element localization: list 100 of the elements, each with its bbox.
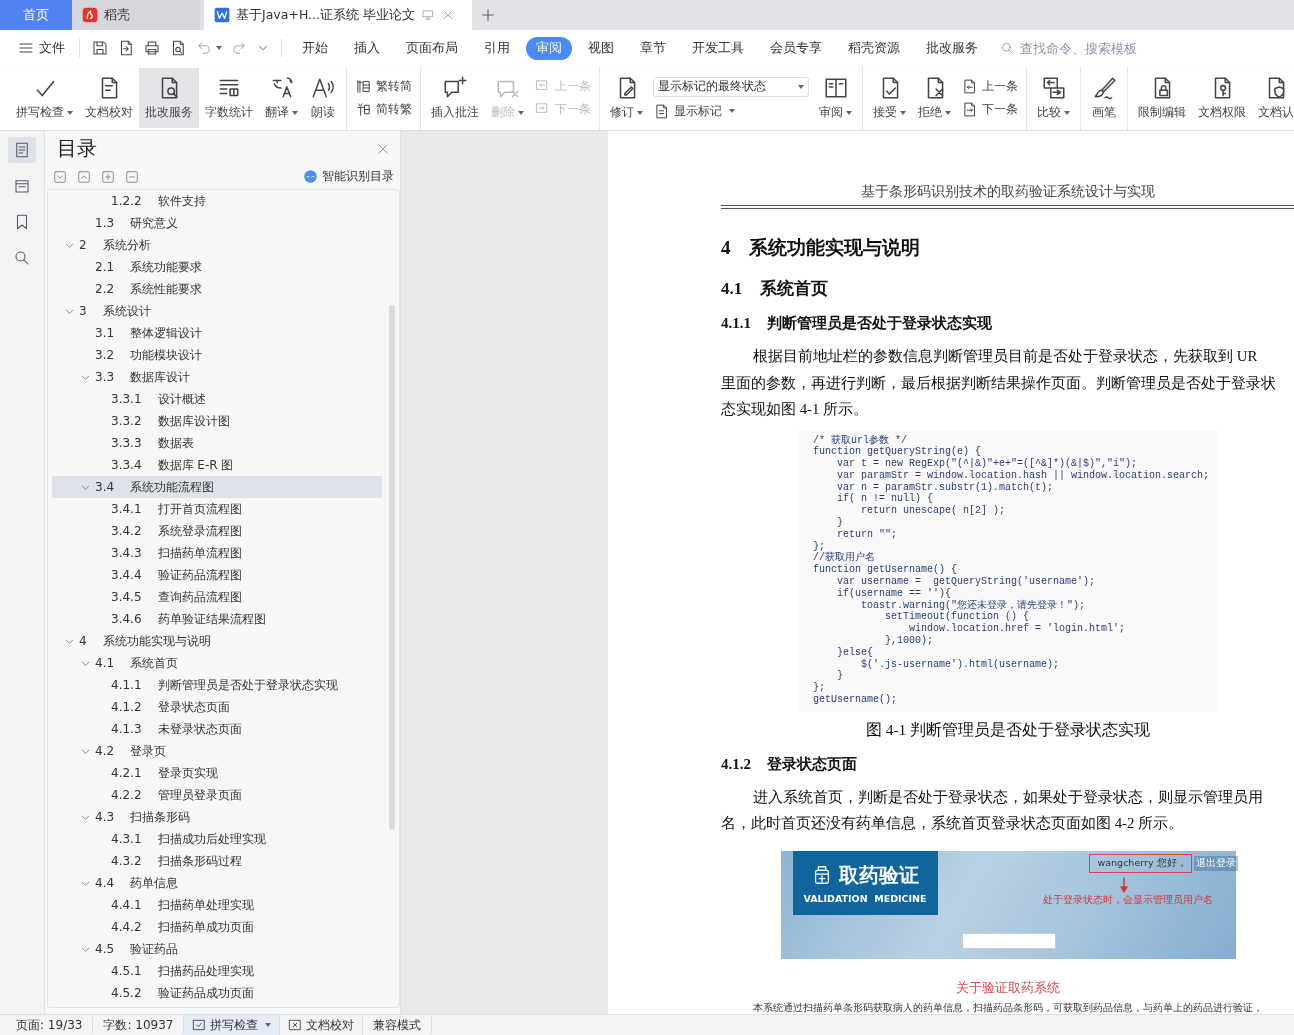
status-button[interactable]: 拼写检查 [184, 1015, 281, 1035]
plus-icon [480, 7, 496, 23]
toc-item[interactable]: 3.3.1 设计概述 [52, 388, 382, 410]
ribbon-button[interactable]: 文档权限 [1192, 68, 1252, 128]
toc-item[interactable]: 2.2 系统性能要求 [52, 278, 382, 300]
toc-item[interactable]: 3.3.4 数据库 E-R 图 [52, 454, 382, 476]
ribbon-button[interactable]: 画笔 [1085, 68, 1123, 128]
save-icon [91, 39, 109, 57]
smart-toc-button[interactable]: 智能识别目录 [303, 168, 394, 185]
code-line: function getQueryString(e) { [812, 446, 982, 458]
toc-item[interactable]: 3.4 系统功能流程图 [52, 476, 382, 498]
toc-item[interactable]: 4.1.3 未登录状态页面 [52, 718, 382, 740]
toc-item[interactable]: 4.3 扫描条形码 [52, 806, 382, 828]
toc-item[interactable]: 4.5 验证药品 [52, 938, 382, 960]
ribbon-tab[interactable]: 页面布局 [396, 36, 468, 60]
code-line: //获取用户名 [812, 552, 876, 564]
ribbon-button[interactable]: 接受 [867, 68, 912, 128]
ribbon-button[interactable]: 批改服务 [139, 68, 199, 128]
ribbon-tab[interactable]: 章节 [630, 36, 676, 60]
toc-item[interactable]: 4.4.2 扫描药单成功页面 [52, 916, 382, 938]
toc-item[interactable]: 4.2 登录页 [52, 740, 382, 762]
scrollbar-thumb[interactable] [389, 305, 395, 830]
search-field[interactable]: 查找命令、搜索模板 [1000, 39, 1142, 57]
toc-item[interactable]: 4.4 药单信息 [52, 872, 382, 894]
status-button[interactable]: 文档校对 [280, 1015, 364, 1035]
toc-item[interactable]: 3.1 整体逻辑设计 [52, 322, 382, 344]
ribbon-button[interactable]: 显示标记 [653, 102, 809, 120]
document-tab[interactable]: 基于Java+H...证系统 毕业论文 [204, 0, 472, 30]
ribbon-button[interactable]: 比较 [1031, 68, 1076, 128]
app-tab[interactable]: 稻壳 [72, 0, 200, 30]
ribbon-button[interactable]: 下一条 [961, 101, 1018, 118]
ribbon-tab[interactable]: 视图 [578, 36, 624, 60]
toc-item[interactable]: 4.5.2 验证药品成功页面 [52, 982, 382, 1004]
ribbon-button[interactable]: 限制编辑 [1132, 68, 1192, 128]
ribbon-button[interactable]: 拼写检查 [10, 68, 79, 128]
toc-item[interactable]: 3.3.2 数据库设计图 [52, 410, 382, 432]
home-tab[interactable]: 首页 [0, 0, 72, 30]
toc-item[interactable]: 4.4.1 扫描药单处理实现 [52, 894, 382, 916]
toc-item[interactable]: 3.3.3 数据表 [52, 432, 382, 454]
ribbon-button[interactable]: 修订 [604, 68, 649, 128]
toc-item[interactable]: 2 系统分析 [52, 234, 382, 256]
toc-item[interactable]: 3.4.5 查询药品流程图 [52, 586, 382, 608]
toc-item[interactable]: 4.3.1 扫描成功后处理实现 [52, 828, 382, 850]
ribbon-button[interactable]: 拒绝 [912, 68, 957, 128]
ribbon-tab[interactable]: 批改服务 [916, 36, 988, 60]
toc-item[interactable]: 3.4.4 验证药品流程图 [52, 564, 382, 586]
toc-item[interactable]: 4 系统功能实现与说明 [52, 630, 382, 652]
toc-item[interactable]: 1.3 研究意义 [52, 212, 382, 234]
code-line: var t = new RegExp("(^|&)"+e+"=([^&]*)(&|$)","i"); [835, 458, 1138, 470]
ribbon-tab[interactable]: 会员专享 [760, 36, 832, 60]
ribbon-button[interactable]: 字数统计 [199, 68, 259, 128]
dropdown-field[interactable]: 显示标记的最终状态 [653, 76, 809, 97]
ribbon-tab[interactable]: 引用 [474, 36, 520, 60]
monitor-icon [420, 8, 435, 22]
undo-icon [195, 39, 213, 57]
ribbon-button[interactable]: 文档认 [1252, 68, 1294, 128]
expand-button[interactable] [53, 169, 67, 184]
caret-icon [729, 109, 735, 113]
toc-item[interactable]: 4.2.2 管理员登录页面 [52, 784, 382, 806]
print-icon [143, 39, 161, 57]
toc-item[interactable]: 3.2 功能模块设计 [52, 344, 382, 366]
close-button[interactable] [376, 141, 390, 156]
toc-item[interactable]: 3 系统设计 [52, 300, 382, 322]
toc-item[interactable]: 4.5.1 扫描药品处理实现 [52, 960, 382, 982]
toc-item[interactable]: 4.1.2 登录状态页面 [52, 696, 382, 718]
collapse-button[interactable] [77, 169, 91, 184]
sidebar-button[interactable] [8, 137, 36, 163]
toc-item[interactable]: 3.3 数据库设计 [52, 366, 382, 388]
toc-item[interactable]: 4.2.1 登录页实现 [52, 762, 382, 784]
ribbon-button[interactable]: 审阅 [813, 68, 858, 128]
add-level-button[interactable] [101, 169, 115, 184]
file-menu[interactable]: 文件 [12, 39, 71, 57]
toc-item[interactable]: 3.4.2 系统登录流程图 [52, 520, 382, 542]
toc-item[interactable]: 3.4.6 药单验证结果流程图 [52, 608, 382, 630]
ribbon-button[interactable]: 文档校对 [79, 68, 139, 128]
logo-title: 取药验证 [839, 861, 919, 889]
flame-logo-icon [82, 7, 98, 23]
toc-item[interactable]: 2.1 系统功能要求 [52, 256, 382, 278]
toc-item[interactable]: 4.3.2 扫描条形码过程 [52, 850, 382, 872]
toc-item[interactable]: 4.1 系统首页 [52, 652, 382, 674]
ribbon-button[interactable]: 上一条 [961, 78, 1018, 95]
ribbon-button[interactable]: 翻译 [259, 68, 304, 128]
paragraph-line: 里面的参数，再进行判断，最后根据判断结果操作页面。判断管理员是否处于登录状 [721, 373, 1277, 393]
ribbon-button[interactable]: 朗读 [304, 68, 342, 128]
toc-item[interactable]: 3.4.3 扫描药单流程图 [52, 542, 382, 564]
remove-level-button[interactable] [125, 169, 139, 184]
toc-item[interactable]: 3.4.1 打开首页流程图 [52, 498, 382, 520]
ribbon-button[interactable]: 繁转简 [355, 78, 412, 95]
ribbon-tab[interactable]: 插入 [344, 36, 390, 60]
ribbon-tab[interactable]: 开始 [292, 36, 338, 60]
ribbon-button[interactable]: 简转繁 [355, 101, 412, 118]
toc-item[interactable]: 1.2.2 软件支持 [52, 190, 382, 212]
code-line: /* 获取url参数 */ [812, 434, 908, 446]
toc-item[interactable]: 4.1.1 判断管理员是否处于登录状态实现 [52, 674, 382, 696]
code-line: } [835, 670, 844, 683]
close-icon [376, 141, 390, 156]
paragraph-line: 态实现如图 4-1 所示。 [721, 400, 870, 419]
ribbon-tab[interactable]: 稻壳资源 [838, 36, 910, 60]
ribbon-button[interactable]: 插入批注 [425, 68, 485, 128]
ribbon-tab[interactable]: 开发工具 [682, 36, 754, 60]
